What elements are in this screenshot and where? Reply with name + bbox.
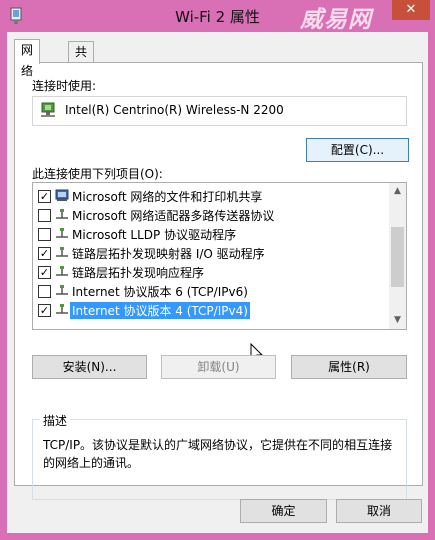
item-checkbox[interactable]: ✓ bbox=[38, 247, 51, 260]
description-group: 描述 TCP/IP。该协议是默认的广域网络协议，它提供在不同的相互连接的网络上的… bbox=[32, 412, 407, 500]
scroll-down-icon[interactable]: ▼ bbox=[389, 312, 406, 329]
protocol-icon bbox=[56, 209, 68, 219]
item-label: Internet 协议版本 6 (TCP/IPv6) bbox=[72, 285, 248, 299]
properties-window: Wi-Fi 2 属性 威易网 ✕ 网络 共享 连接时使用: Intel(R) C… bbox=[0, 0, 435, 540]
list-item-selected[interactable]: ✓ Internet 协议版本 4 (TCP/IPv4) bbox=[33, 300, 389, 319]
network-adapter-icon bbox=[41, 102, 55, 117]
list-scrollbar[interactable]: ▲ ▼ bbox=[389, 183, 406, 329]
list-item[interactable]: Microsoft 网络适配器多路传送器协议 bbox=[33, 205, 389, 224]
ok-button[interactable]: 确定 bbox=[240, 499, 327, 523]
scroll-thumb[interactable] bbox=[391, 227, 404, 287]
uninstall-button[interactable]: 卸载(U) bbox=[161, 355, 276, 379]
watermark-logo: 威易网 bbox=[300, 7, 372, 33]
protocol-icon bbox=[56, 266, 68, 276]
item-label: Microsoft LLDP 协议驱动程序 bbox=[72, 228, 237, 242]
item-checkbox[interactable] bbox=[38, 228, 51, 241]
description-title: 描述 bbox=[40, 412, 71, 429]
list-item[interactable]: ✓ 链路层拓扑发现映射器 I/O 驱动程序 bbox=[33, 243, 389, 262]
configure-button[interactable]: 配置(C)... bbox=[306, 138, 409, 162]
dialog-client: 网络 共享 连接时使用: Intel(R) Centrino(R) Wirele… bbox=[7, 32, 428, 533]
item-checkbox[interactable] bbox=[38, 209, 51, 222]
protocol-icon bbox=[56, 285, 68, 295]
title-bar[interactable]: Wi-Fi 2 属性 威易网 ✕ bbox=[0, 0, 435, 33]
tab-sharing[interactable]: 共享 bbox=[68, 41, 95, 80]
close-icon: ✕ bbox=[405, 2, 417, 17]
network-tab-panel: 连接时使用: Intel(R) Centrino(R) Wireless-N 2… bbox=[14, 62, 423, 500]
item-label: Internet 协议版本 4 (TCP/IPv4) bbox=[70, 302, 250, 319]
protocol-icon bbox=[56, 304, 68, 314]
description-text: TCP/IP。该协议是默认的广域网络协议，它提供在不同的相互连接的网络上的通讯。 bbox=[43, 438, 393, 470]
close-button[interactable]: ✕ bbox=[392, 0, 430, 20]
tab-network[interactable]: 网络 bbox=[14, 39, 41, 78]
components-list[interactable]: ✓ Microsoft 网络的文件和打印机共享 Microsoft 网络适配器多… bbox=[32, 182, 407, 330]
item-checkbox[interactable]: ✓ bbox=[38, 304, 51, 317]
properties-button[interactable]: 属性(R) bbox=[291, 355, 407, 379]
cancel-button[interactable]: 取消 bbox=[336, 499, 422, 523]
printer-share-icon bbox=[55, 189, 69, 201]
list-item[interactable]: ✓ 链路层拓扑发现响应程序 bbox=[33, 262, 389, 281]
list-item[interactable]: ✓ Microsoft 网络的文件和打印机共享 bbox=[33, 186, 389, 205]
item-label: Microsoft 网络的文件和打印机共享 bbox=[72, 190, 263, 204]
list-item[interactable]: Microsoft LLDP 协议驱动程序 bbox=[33, 224, 389, 243]
adapter-field: Intel(R) Centrino(R) Wireless-N 2200 bbox=[32, 96, 407, 126]
item-checkbox[interactable]: ✓ bbox=[38, 190, 51, 203]
scroll-up-icon[interactable]: ▲ bbox=[389, 183, 406, 200]
adapter-name: Intel(R) Centrino(R) Wireless-N 2200 bbox=[65, 103, 284, 117]
install-button[interactable]: 安装(N)... bbox=[32, 355, 147, 379]
item-checkbox[interactable] bbox=[38, 285, 51, 298]
protocol-icon bbox=[56, 247, 68, 257]
protocol-icon bbox=[56, 228, 68, 238]
list-item[interactable]: Internet 协议版本 6 (TCP/IPv6) bbox=[33, 281, 389, 300]
connect-using-label: 连接时使用: bbox=[32, 79, 97, 93]
item-label: Microsoft 网络适配器多路传送器协议 bbox=[72, 209, 275, 223]
item-label: 链路层拓扑发现响应程序 bbox=[72, 266, 205, 280]
item-label: 链路层拓扑发现映射器 I/O 驱动程序 bbox=[72, 247, 265, 261]
item-checkbox[interactable]: ✓ bbox=[38, 266, 51, 279]
items-label: 此连接使用下列项目(O): bbox=[32, 167, 163, 181]
